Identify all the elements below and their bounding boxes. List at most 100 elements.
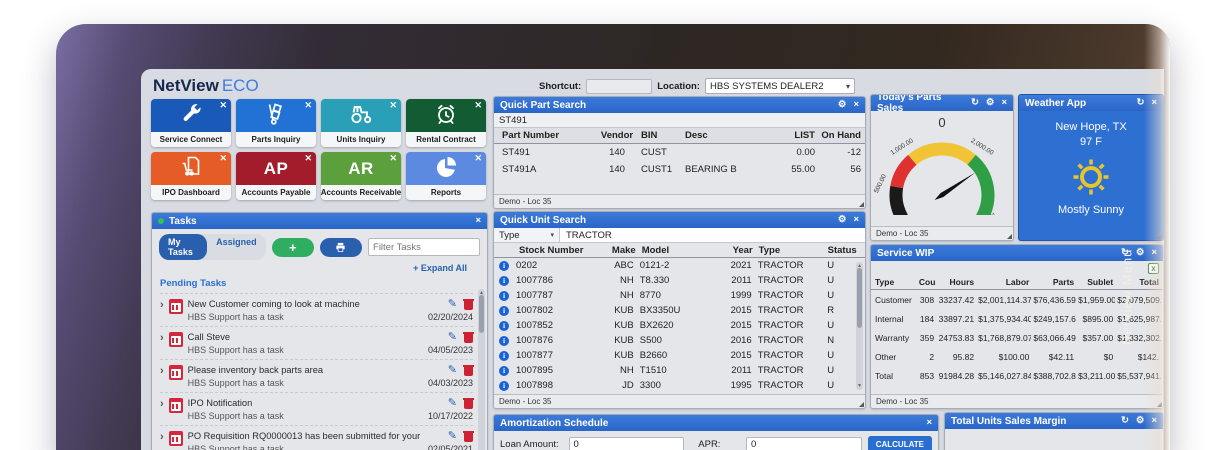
trash-icon[interactable] [463,431,474,442]
table-row[interactable]: i 1007786 NH T8.330 2011 TRACTOR U [494,273,865,288]
edit-icon[interactable]: ✎ [448,365,457,376]
tab-assigned[interactable]: Assigned [207,234,266,260]
chevron-right-icon[interactable]: › [160,365,164,377]
print-tasks-button[interactable] [319,237,363,257]
filter-tasks-input[interactable] [368,238,481,256]
unit-search-input[interactable]: TRACTOR [560,228,865,242]
info-icon[interactable]: i [499,365,509,376]
resize-handle[interactable] [1007,234,1012,239]
table-row[interactable]: i 1007877 KUB B2660 2015 TRACTOR U [494,348,865,363]
resize-handle[interactable] [1157,234,1162,239]
close-icon[interactable]: ✕ [389,153,397,164]
refresh-icon[interactable]: ↻ [971,98,979,108]
part-search-input[interactable]: ST491 [494,113,865,128]
task-item[interactable]: › Call Steve HBS Support has a task ✎ 04/05/… [160,326,474,359]
close-icon[interactable]: ✕ [474,153,482,164]
app-tile-ipo-dashboard[interactable]: ✕ IPO Dashboard [151,152,231,200]
gear-icon[interactable]: ⚙ [1136,416,1145,426]
task-item[interactable]: › Please inventory back parts area HBS Sup… [160,359,474,392]
info-icon[interactable]: i [499,350,509,361]
table-row[interactable]: i 1007852 KUB BX2620 2015 TRACTOR U [494,318,865,333]
chevron-right-icon[interactable]: › [160,398,164,410]
close-icon[interactable]: ✕ [304,100,312,111]
info-icon[interactable]: i [499,290,509,301]
table-row[interactable]: i 1007802 KUB BX3350U 2015 TRACTOR R [494,303,865,318]
app-tile-parts-inquiry[interactable]: ✕ Parts Inquiry [236,99,316,147]
apr-input[interactable]: 0 [745,437,862,450]
close-icon[interactable]: × [1001,98,1007,108]
table-row[interactable]: i 1007898 JD 3300 1995 TRACTOR U [494,378,865,393]
task-item[interactable]: › IPO Notification HBS Support has a task ✎… [160,392,474,425]
task-item[interactable]: › New Customer coming to look at machine H… [160,293,474,326]
close-icon[interactable]: × [1151,98,1157,108]
cell: BX3350U [639,305,681,316]
info-icon[interactable]: i [499,320,509,331]
app-tile-units-inquiry[interactable]: ✕ Units Inquiry [321,99,401,147]
netview-menu-tab[interactable]: NetView Menu [1114,202,1140,392]
resize-handle[interactable] [859,202,864,207]
edit-icon[interactable]: ✎ [448,299,457,310]
app-tile-rental-contract[interactable]: ✕ Rental Contract [406,99,486,147]
trash-icon[interactable] [463,299,474,310]
close-icon[interactable]: × [475,216,481,226]
tasks-scrollbar[interactable]: ▲ ▼ [478,289,485,450]
table-row[interactable]: i 1007787 NH 8770 1999 TRACTOR U [494,288,865,303]
tab-my-tasks[interactable]: My Tasks [159,234,208,260]
edit-icon[interactable]: ✎ [448,398,457,409]
close-icon[interactable]: ✕ [474,100,482,111]
close-icon[interactable]: × [853,100,859,110]
chevron-right-icon[interactable]: › [160,299,164,311]
location-select[interactable]: HBS SYSTEMS DEALER2 ▾ [704,78,855,94]
info-icon[interactable]: i [499,275,509,286]
expand-all-link[interactable]: + Expand All [152,262,487,275]
trash-icon[interactable] [463,365,474,376]
add-task-button[interactable]: + [271,237,314,257]
scroll-down-icon[interactable]: ▼ [856,383,863,389]
close-icon[interactable]: ✕ [219,153,227,164]
shortcut-input[interactable] [586,78,653,94]
info-icon[interactable]: i [499,260,509,271]
close-icon[interactable]: × [1151,416,1157,426]
edit-icon[interactable]: ✎ [448,431,457,442]
close-icon[interactable]: ✕ [304,153,312,164]
info-icon[interactable]: i [499,335,509,346]
resize-handle[interactable] [1157,402,1162,407]
unit-type-select[interactable]: Type ▾ [494,228,560,242]
close-icon[interactable]: × [853,215,859,225]
gear-icon[interactable]: ⚙ [838,100,847,110]
app-tile-reports[interactable]: ✕ Reports [406,152,486,200]
app-tile-accounts-payable[interactable]: AP ✕ Accounts Payable [236,152,316,200]
chevron-right-icon[interactable]: › [160,332,164,344]
close-icon[interactable]: × [926,418,932,428]
table-row[interactable]: i 1007895 NH T1510 2011 TRACTOR U [494,363,865,378]
refresh-icon[interactable]: ↻ [1121,416,1129,426]
refresh-icon[interactable]: ↻ [1136,98,1144,108]
app-tile-service-connect[interactable]: ✕ Service Connect [151,99,231,147]
gear-icon[interactable]: ⚙ [986,98,995,108]
close-icon[interactable]: ✕ [389,100,397,111]
trash-icon[interactable] [463,398,474,409]
task-date: 10/17/2022 [427,411,473,421]
cell: 308 [919,294,935,305]
calculate-button[interactable]: CALCULATE [867,436,932,450]
table-row[interactable]: ST491 140 CUST 0.00 -12 [494,144,865,161]
gear-icon[interactable]: ⚙ [838,215,847,225]
loan-amount-input[interactable]: 0 [568,437,685,450]
excel-export-icon[interactable]: x [1148,263,1159,274]
chevron-right-icon[interactable]: › [160,431,164,443]
table-row[interactable]: ST491A 140 CUST1 BEARING B 55.00 56 [494,161,865,178]
task-item[interactable]: › PO Requisition RQ0000013 has been submi… [160,425,474,450]
unit-search-bar: Type ▾ TRACTOR [494,228,865,243]
trash-icon[interactable] [463,332,474,343]
unit-scrollbar[interactable]: ▲ ▼ [856,262,863,390]
cell: JD [622,380,634,391]
table-row[interactable]: i 1007876 KUB S500 2016 TRACTOR N [494,333,865,348]
app-tile-accounts-receivable[interactable]: AR ✕ Accounts Receivable [321,152,401,200]
table-row[interactable]: i 0202 ABC 0121-2 2021 TRACTOR U [494,258,865,273]
resize-handle[interactable] [859,402,864,407]
edit-icon[interactable]: ✎ [448,332,457,343]
close-icon[interactable]: ✕ [219,100,227,111]
close-icon[interactable]: × [1151,248,1157,258]
info-icon[interactable]: i [499,380,509,391]
info-icon[interactable]: i [499,305,509,316]
